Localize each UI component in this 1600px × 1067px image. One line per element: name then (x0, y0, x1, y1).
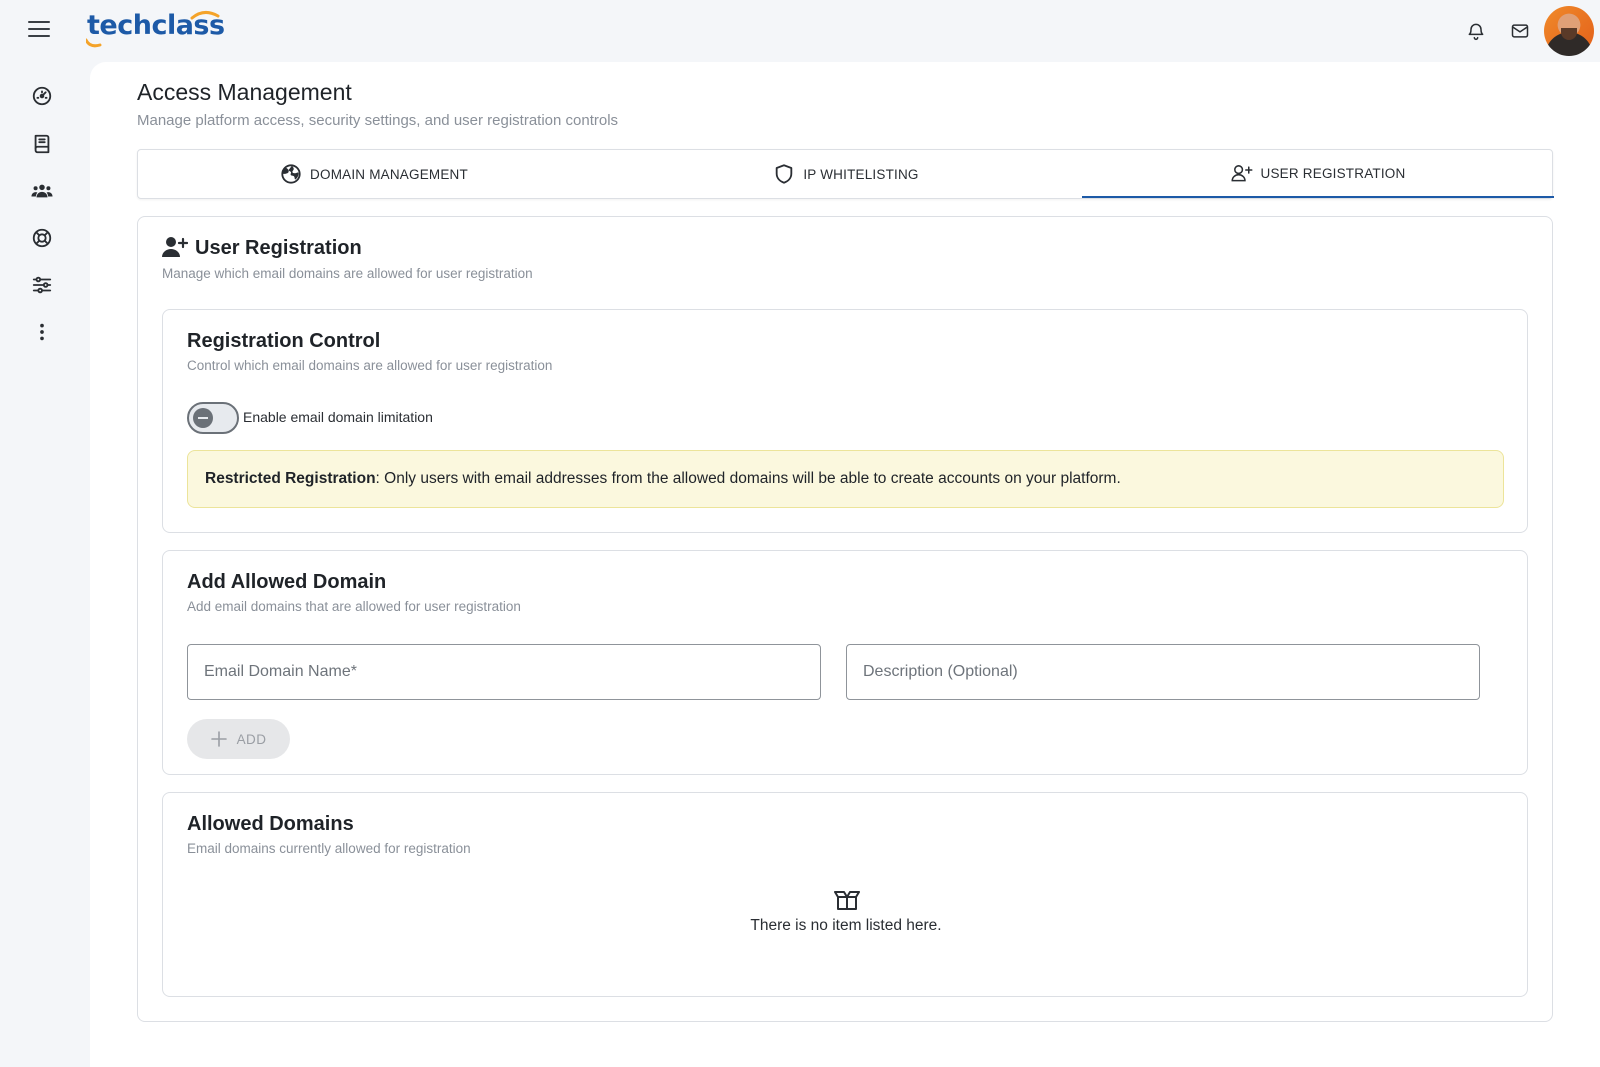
bell-icon[interactable] (1466, 21, 1486, 41)
email-domain-limitation-toggle[interactable] (187, 402, 239, 434)
card-title: Add Allowed Domain (187, 571, 387, 593)
tab-domain-management[interactable]: DOMAIN MANAGEMENT (138, 150, 610, 198)
alert-text: : Only users with email addresses from t… (375, 470, 1121, 487)
toggle-label: Enable email domain limitation (243, 409, 433, 425)
user-plus-icon (162, 237, 188, 257)
card-subtitle: Email domains currently allowed for regi… (187, 841, 471, 856)
add-domain-button[interactable]: ADD (187, 719, 290, 759)
page-subtitle: Manage platform access, security setting… (137, 112, 619, 129)
card-subtitle: Add email domains that are allowed for u… (187, 599, 521, 614)
tab-label: DOMAIN MANAGEMENT (310, 166, 468, 182)
registration-control-card: Registration Control Control which email… (162, 309, 1528, 533)
sliders-icon[interactable] (31, 274, 53, 296)
tab-label: USER REGISTRATION (1260, 165, 1406, 181)
globe-icon (281, 164, 301, 184)
tab-ip-whitelisting[interactable]: IP WHITELISTING (610, 150, 1082, 198)
user-avatar[interactable] (1544, 6, 1594, 56)
email-domain-name-input[interactable] (187, 644, 821, 700)
page-title: Access Management (137, 79, 352, 105)
section-subtitle: Manage which email domains are allowed f… (162, 266, 533, 281)
mail-icon[interactable] (1510, 21, 1530, 41)
alert-title: Restricted Registration (205, 470, 376, 487)
top-bar: techclass (0, 0, 1600, 62)
add-button-label: ADD (236, 731, 267, 747)
card-subtitle: Control which email domains are allowed … (187, 358, 553, 373)
plus-icon (210, 731, 227, 747)
sidebar (0, 62, 90, 1067)
lifebuoy-icon[interactable] (31, 227, 53, 249)
description-input[interactable] (846, 644, 1480, 700)
add-allowed-domain-card: Add Allowed Domain Add email domains tha… (162, 550, 1528, 775)
hamburger-menu-icon[interactable] (28, 20, 50, 38)
section-title: User Registration (195, 237, 362, 259)
more-vertical-icon[interactable] (31, 321, 53, 343)
card-title: Allowed Domains (187, 813, 354, 835)
allowed-domains-card: Allowed Domains Email domains currently … (162, 792, 1528, 997)
empty-state-text: There is no item listed here. (750, 917, 942, 934)
tab-label: IP WHITELISTING (803, 166, 919, 182)
tab-bar: DOMAIN MANAGEMENT IP WHITELISTING USER R… (137, 149, 1554, 199)
restricted-registration-alert: Restricted Registration: Only users with… (187, 450, 1504, 508)
shield-icon (776, 164, 793, 184)
card-title: Registration Control (187, 330, 381, 352)
book-icon[interactable] (31, 133, 53, 155)
toggle-knob (193, 408, 213, 428)
user-plus-icon (1231, 165, 1253, 182)
tab-user-registration[interactable]: USER REGISTRATION (1082, 150, 1554, 198)
dashboard-gauge-icon[interactable] (31, 85, 53, 107)
app-logo[interactable]: techclass (87, 10, 225, 50)
empty-box-icon (834, 891, 860, 910)
users-group-icon[interactable] (31, 180, 53, 202)
